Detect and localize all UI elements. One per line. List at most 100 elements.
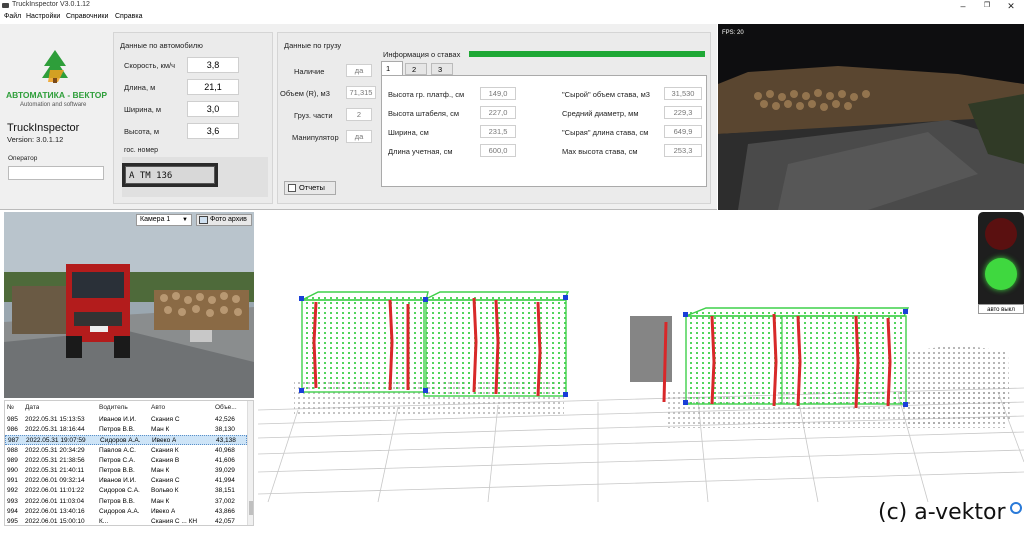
close-button[interactable]: ✕ <box>1000 0 1022 12</box>
cargo-data-group: Данные по грузу Наличие да Объем (R), м3… <box>277 32 711 204</box>
plate-label: гос. номер <box>124 147 159 154</box>
table-row[interactable]: 995 2022.06.01 15:00:10 К... Скания С ... К… <box>5 517 247 525</box>
table-header: № Дата Водитель Авто Объе... <box>5 403 247 413</box>
col-driver-cell: Павлов А.С. <box>99 446 136 454</box>
stack-1-content: Высота гр. платф., см 149,0 Высота штабе… <box>381 75 707 187</box>
chevron-down-icon: ▼ <box>182 217 188 223</box>
volume-label: Объем (R), м3 <box>280 89 330 98</box>
menu-directories[interactable]: Справочники <box>66 13 108 20</box>
table-row[interactable]: 985 2022.05.31 15:13:53 Иванов И.И. Скания … <box>5 415 247 425</box>
col-volume-cell: 37,002 <box>215 497 235 505</box>
col-driver-header[interactable]: Водитель <box>99 403 128 413</box>
col-number-cell: 992 <box>7 487 18 495</box>
menu-file[interactable]: Файл <box>4 13 21 20</box>
manipulator-value: да <box>346 130 372 143</box>
col-date-cell: 2022.06.01 11:01:22 <box>25 487 85 495</box>
tab-stack-2[interactable]: 2 <box>405 63 427 75</box>
table-scrollbar[interactable] <box>247 401 253 525</box>
red-light-icon <box>985 218 1017 250</box>
table-row[interactable]: 994 2022.06.01 13:40:16 Сидоров А.А. Ивеко … <box>5 507 247 517</box>
title-bar: TruckInspector V3.0.1.12 – ❐ ✕ <box>0 0 1024 12</box>
col-driver-cell: Петров С.А. <box>99 456 136 464</box>
report-icon <box>288 184 296 192</box>
col-volume-cell: 40,968 <box>215 446 235 454</box>
col-date-header[interactable]: Дата <box>25 403 39 413</box>
vehicle-group-title: Данные по автомобилю <box>120 41 203 50</box>
stack-width-value: 231,5 <box>480 125 516 138</box>
window-title: TruckInspector V3.0.1.12 <box>12 1 90 8</box>
scrollbar-thumb[interactable] <box>249 501 253 515</box>
stack-width-label: Ширина, см <box>388 128 429 137</box>
col-vehicle-cell: Скания С <box>151 477 180 485</box>
col-vehicle-cell: Вольво К <box>151 487 179 495</box>
company-name: АВТОМАТИКА - ВЕКТОР <box>6 90 107 100</box>
col-date-cell: 2022.05.31 21:40:11 <box>25 467 85 474</box>
table-row[interactable]: 987 2022.05.31 19:07:59 Сидоров А.А. Ивеко … <box>5 435 247 446</box>
max-height-value: 253,3 <box>664 144 702 157</box>
col-volume-header[interactable]: Объе... <box>215 403 237 413</box>
col-volume-cell: 42,526 <box>215 416 235 423</box>
watermark-text: (c) a-vektor <box>878 500 1006 525</box>
3d-point-cloud-view[interactable]: (c) a-vektor <box>258 212 1024 549</box>
menu-help[interactable]: Справка <box>115 13 142 20</box>
reports-button[interactable]: Отчеты <box>284 181 336 195</box>
trailer-1-stack <box>299 291 570 397</box>
traffic-light: авто выкл <box>978 212 1024 314</box>
table-row[interactable]: 986 2022.05.31 18:16:44 Петров В.В. Ман К 38… <box>5 425 247 435</box>
table-row[interactable]: 989 2022.05.31 21:38:56 Петров С.А. Скания … <box>5 456 247 466</box>
height-value: 3,6 <box>187 123 239 139</box>
plate-number: А ТМ 136 <box>125 166 215 184</box>
cargo-parts-value: 2 <box>346 108 372 121</box>
photo-archive-label: Фото архив <box>210 216 247 223</box>
maximize-button[interactable]: ❐ <box>976 0 998 12</box>
auto-off-label[interactable]: авто выкл <box>978 304 1024 314</box>
stack-height-value: 227,0 <box>480 106 516 119</box>
fps-label: FPS: 20 <box>722 30 744 36</box>
operator-field[interactable] <box>8 166 104 180</box>
stacks-progress-bar <box>469 51 705 57</box>
speed-value: 3,8 <box>187 57 239 73</box>
col-driver-cell: Сидоров А.А. <box>99 507 140 515</box>
col-date-cell: 2022.05.31 18:16:44 <box>25 426 85 434</box>
truck-cab-points <box>908 344 1010 426</box>
table-row[interactable]: 990 2022.05.31 21:40:11 Петров В.В. Ман К 39… <box>5 466 247 476</box>
minimize-button[interactable]: – <box>952 0 974 12</box>
col-vehicle-header[interactable]: Авто <box>151 403 165 413</box>
operator-label: Оператор <box>8 155 38 162</box>
reports-button-label: Отчеты <box>299 183 325 192</box>
col-date-cell: 2022.06.01 11:03:04 <box>25 497 85 505</box>
table-row[interactable]: 992 2022.06.01 11:01:22 Сидоров С.А. Вольво… <box>5 486 247 496</box>
brand-block: АВТОМАТИКА - ВЕКТОР Automation and softw… <box>2 32 110 204</box>
camera-select[interactable]: Камера 1 ▼ <box>136 214 192 226</box>
tab-stack-1[interactable]: 1 <box>381 61 403 75</box>
stacks-title: Информация о ставах <box>383 50 461 59</box>
col-volume-cell: 43,866 <box>215 507 235 515</box>
account-length-label: Длина учетная, см <box>388 147 453 156</box>
speed-label: Скорость, км/ч <box>124 61 175 70</box>
vehicle-data-group: Данные по автомобилю Скорость, км/ч 3,8 … <box>113 32 273 204</box>
camera-select-value: Камера 1 <box>140 216 171 223</box>
length-label: Длина, м <box>124 83 156 92</box>
tab-stack-3[interactable]: 3 <box>431 63 453 75</box>
day-camera-image <box>4 212 254 398</box>
col-date-cell: 2022.06.01 15:00:10 <box>25 518 85 525</box>
menu-settings[interactable]: Настройки <box>26 13 60 20</box>
table-row[interactable]: 988 2022.05.31 20:34:29 Павлов А.С. Скания … <box>5 446 247 456</box>
volume-value: 71,315 <box>346 86 376 99</box>
table-row[interactable]: 991 2022.06.01 09:32:14 Иванов И.И. Скания … <box>5 476 247 486</box>
photo-archive-button[interactable]: Фото архив <box>196 214 252 226</box>
col-driver-cell: Петров В.В. <box>99 497 135 505</box>
info-panel: АВТОМАТИКА - ВЕКТОР Automation and softw… <box>0 24 717 210</box>
table-row[interactable]: 993 2022.06.01 11:03:04 Петров В.В. Ман К 37… <box>5 497 247 507</box>
refresh-icon[interactable] <box>1010 502 1022 514</box>
length-value: 21,1 <box>187 79 239 95</box>
manipulator-label: Манипулятор <box>292 133 339 142</box>
col-vehicle-cell: Ивеко А <box>151 507 176 515</box>
col-number-header[interactable]: № <box>7 403 14 413</box>
col-number-cell: 991 <box>7 477 18 485</box>
max-height-label: Max высота става, см <box>562 147 638 156</box>
height-label: Высота, м <box>124 127 160 136</box>
top-camera-view: FPS: 20 <box>718 24 1024 210</box>
account-length-value: 600,0 <box>480 144 516 157</box>
point-cloud-render <box>258 291 1024 503</box>
